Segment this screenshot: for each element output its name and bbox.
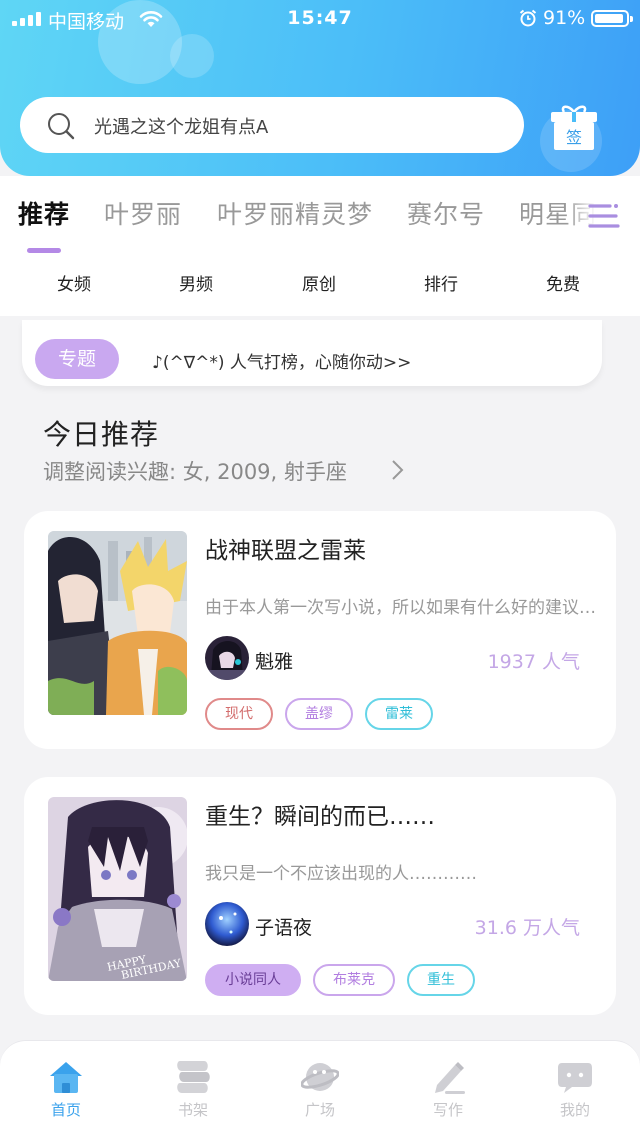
section-title: 今日推荐 (43, 418, 160, 451)
subcat-free[interactable]: 免费 (523, 270, 603, 295)
battery-icon (591, 10, 633, 27)
tag[interactable]: 布莱克 (313, 964, 395, 996)
bookshelf-icon (177, 1061, 210, 1093)
battery-percent: 91% (543, 7, 586, 29)
popularity-count: 31.6 万人气 (474, 917, 580, 939)
author-avatar (205, 902, 249, 946)
nav-label: 首页 (50, 1101, 81, 1119)
home-icon (50, 1062, 82, 1093)
book-title: 战神联盟之雷莱 (205, 538, 366, 564)
subcat-original[interactable]: 原创 (279, 270, 359, 295)
bottom-navigation: 首页 书架 广场 写作 我的 (0, 1040, 640, 1139)
subcat-male[interactable]: 男频 (156, 270, 236, 295)
author-name: 子语夜 (255, 917, 313, 939)
alarm-icon (519, 9, 537, 27)
status-bar: 中国移动 15:47 91% (0, 0, 640, 38)
subcat-female[interactable]: 女频 (34, 270, 114, 295)
gift-checkin-icon[interactable]: 签 (548, 102, 600, 152)
book-cover-image (48, 531, 187, 715)
chevron-right-icon (392, 460, 404, 480)
search-placeholder: 光遇之这个龙姐有点A (94, 117, 269, 138)
nav-home[interactable]: 首页 (26, 1059, 106, 1129)
tag[interactable]: 盖缪 (285, 698, 353, 730)
decor-bubble (170, 34, 214, 78)
book-title: 重生？瞬间的而已…… (205, 804, 435, 830)
tag[interactable]: 雷莱 (365, 698, 433, 730)
interest-settings-link[interactable]: 调整阅读兴趣: 女, 2009, 射手座 (43, 456, 347, 486)
nav-label: 广场 (304, 1101, 335, 1119)
popularity-count: 1937 人气 (487, 651, 580, 673)
book-card[interactable]: 战神联盟之雷莱 由于本人第一次写小说，所以如果有什么好的建议请留言 魁雅 193… (24, 511, 616, 749)
subcategory-row: 女频 男频 原创 排行 免费 (0, 270, 640, 300)
subcat-ranking[interactable]: 排行 (401, 270, 481, 295)
tab-seer[interactable]: 赛尔号 (407, 195, 485, 231)
search-bar[interactable]: 光遇之这个龙姐有点A (20, 97, 524, 153)
tag-list: 小说同人 布莱克 重生 (205, 964, 475, 996)
tab-yeluoli[interactable]: 叶罗丽 (104, 195, 182, 231)
tag-list: 现代 盖缪 雷莱 (205, 698, 433, 730)
nav-label: 书架 (177, 1101, 208, 1119)
planet-icon (301, 1063, 339, 1091)
topic-banner[interactable]: 专题 ♪(^∇^*) 人气打榜，心随你动>> (22, 320, 602, 386)
topic-text: ♪(^∇^*) 人气打榜，心随你动>> (152, 353, 412, 373)
chat-icon (558, 1063, 592, 1093)
nav-square[interactable]: 广场 (280, 1059, 360, 1129)
nav-write[interactable]: 写作 (408, 1059, 488, 1129)
menu-icon[interactable] (588, 200, 620, 232)
book-cover-image: HAPPY BIRTHDAY (48, 797, 187, 981)
category-tabs: 推荐 叶罗丽 叶罗丽精灵梦 赛尔号 明星同 (0, 195, 640, 235)
book-description: 由于本人第一次写小说，所以如果有什么好的建议请留言 (205, 598, 597, 618)
book-card[interactable]: HAPPY BIRTHDAY 重生？瞬间的而已…… 我只是一个不应该出现的人……… (24, 777, 616, 1015)
svg-text:签: 签 (566, 128, 582, 147)
author-name: 魁雅 (255, 651, 294, 673)
tab-yeluoli-dream[interactable]: 叶罗丽精灵梦 (217, 195, 373, 231)
book-description: 我只是一个不应该出现的人………… (205, 864, 477, 884)
tab-recommend[interactable]: 推荐 (18, 195, 70, 231)
nav-label: 我的 (559, 1101, 590, 1119)
topic-badge: 专题 (35, 339, 119, 379)
author-avatar (205, 636, 249, 680)
nav-label: 写作 (432, 1101, 463, 1119)
search-icon (48, 113, 75, 140)
tag[interactable]: 重生 (407, 964, 475, 996)
active-tab-indicator (27, 248, 61, 253)
tag[interactable]: 小说同人 (205, 964, 301, 996)
nav-bookshelf[interactable]: 书架 (153, 1059, 233, 1129)
nav-mine[interactable]: 我的 (535, 1059, 615, 1129)
tag[interactable]: 现代 (205, 698, 273, 730)
pen-icon (435, 1062, 465, 1094)
